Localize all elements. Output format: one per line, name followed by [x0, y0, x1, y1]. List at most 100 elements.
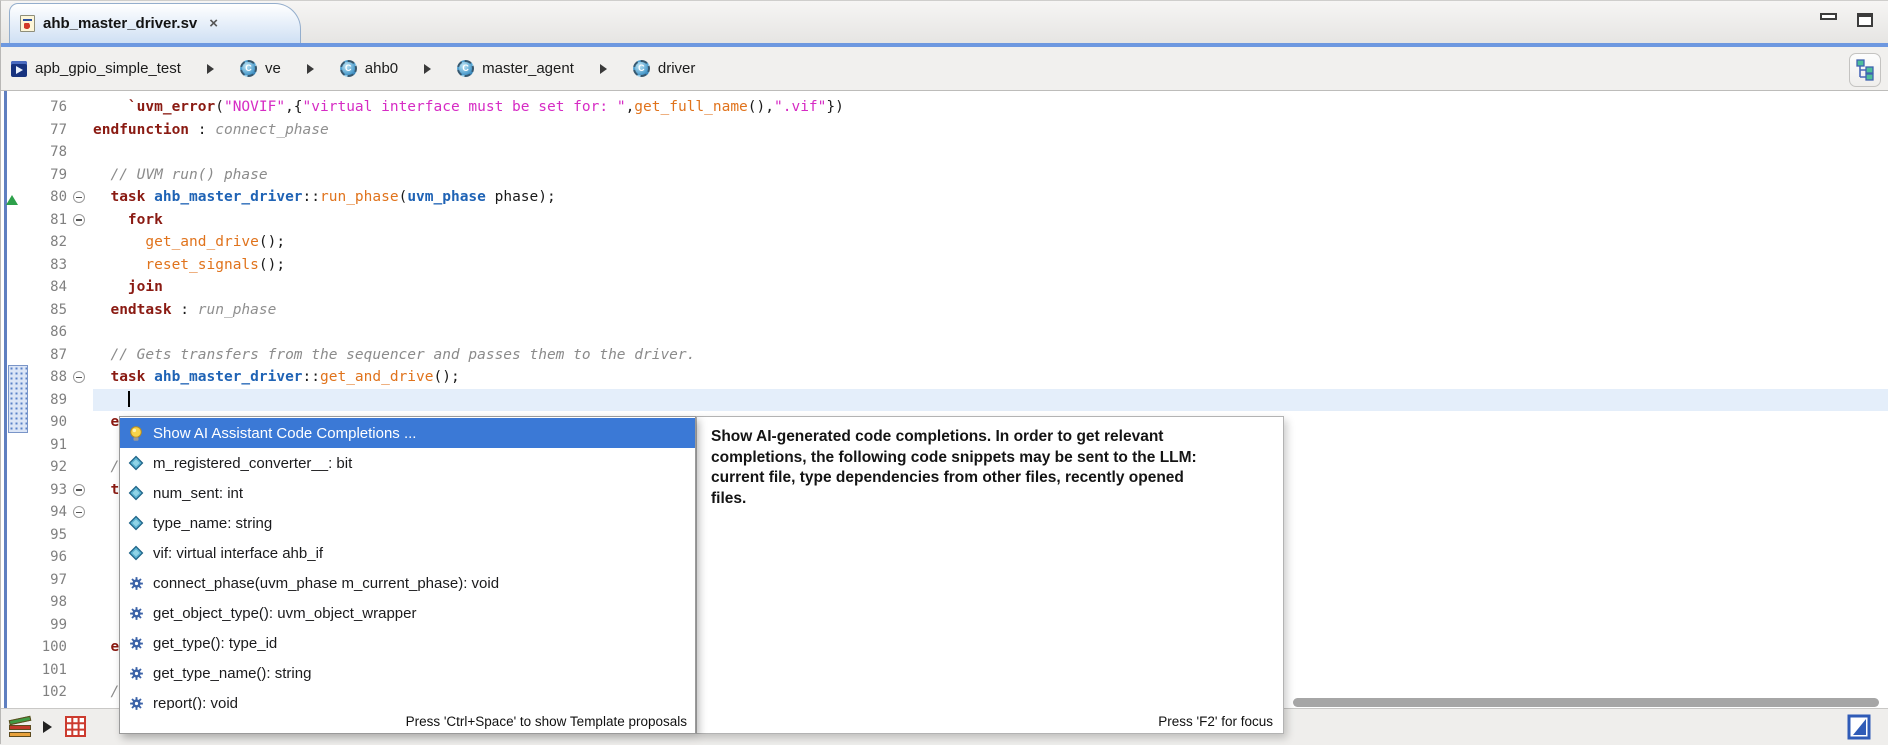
- code-segment: fork: [127, 211, 163, 228]
- code-line[interactable]: 76 `uvm_error("NOVIF",{"virtual interfac…: [1, 96, 1888, 119]
- full-compile-status-icon[interactable]: [1847, 714, 1871, 745]
- code-text[interactable]: endtask : run_phase: [93, 299, 1888, 322]
- close-tab-icon[interactable]: ×: [209, 15, 218, 32]
- minimize-icon[interactable]: [1820, 13, 1837, 20]
- code-text[interactable]: [93, 141, 1888, 164]
- code-text[interactable]: fork: [93, 209, 1888, 232]
- annotation-cell: [1, 659, 33, 682]
- horizontal-scrollbar[interactable]: [1293, 698, 1879, 707]
- compile-order-icon[interactable]: [8, 715, 33, 739]
- breadcrumb-item-ve[interactable]: C ve: [239, 60, 281, 77]
- tab-ahb-master-driver[interactable]: ahb_master_driver.sv ×: [9, 3, 301, 43]
- code-line[interactable]: 83 reset_signals();: [1, 254, 1888, 277]
- code-text[interactable]: endfunction : connect_phase: [93, 119, 1888, 142]
- code-text[interactable]: `uvm_error("NOVIF",{"virtual interface m…: [93, 96, 1888, 119]
- completion-item-label: get_type(): type_id: [153, 634, 278, 652]
- code-text[interactable]: [93, 321, 1888, 344]
- completion-item[interactable]: type_name: string: [120, 508, 695, 538]
- code-segment: }): [826, 99, 844, 115]
- completion-item[interactable]: get_type(): type_id: [120, 628, 695, 658]
- breadcrumb-item-ahb0[interactable]: C ahb0: [339, 60, 398, 77]
- collapse-icon[interactable]: [73, 483, 85, 496]
- annotation-cell: [1, 119, 33, 142]
- completion-item[interactable]: get_object_type(): uvm_object_wrapper: [120, 598, 695, 628]
- line-number: 98: [50, 594, 67, 610]
- fold-column: [67, 366, 93, 389]
- annotation-cell: [1, 96, 33, 119]
- code-line[interactable]: 86: [1, 321, 1888, 344]
- breadcrumb-item-apb-gpio-simple-test[interactable]: apb_gpio_simple_test: [11, 60, 181, 77]
- code-text[interactable]: join: [93, 276, 1888, 299]
- line-number: 101: [41, 661, 67, 678]
- code-text[interactable]: [93, 388, 1888, 411]
- code-line[interactable]: 79 // UVM run() phase: [1, 164, 1888, 187]
- code-line[interactable]: 88 task ahb_master_driver::get_and_drive…: [1, 366, 1888, 389]
- completion-item[interactable]: m_registered_converter__: bit: [120, 448, 695, 478]
- code-segment: join: [127, 279, 163, 295]
- class-icon: C: [632, 60, 650, 77]
- chevron-right-icon: [206, 63, 214, 74]
- grid-icon[interactable]: [65, 716, 86, 742]
- code-segment: // UVM run() phase: [110, 166, 268, 183]
- code-line[interactable]: 84 join: [1, 276, 1888, 299]
- collapse-icon[interactable]: [73, 371, 85, 383]
- code-segment: ,: [625, 99, 635, 115]
- completion-item[interactable]: get_type_name(): string: [120, 658, 695, 688]
- collapse-icon[interactable]: [73, 213, 85, 226]
- code-line[interactable]: 82 get_and_drive();: [1, 231, 1888, 254]
- collapse-icon[interactable]: [73, 506, 85, 518]
- toggle-hierarchy-button[interactable]: [1849, 53, 1881, 87]
- code-line[interactable]: 81 fork: [1, 209, 1888, 232]
- annotation-cell: [1, 411, 33, 434]
- code-segment: run_phase: [320, 189, 399, 205]
- code-segment: "NOVIF": [223, 99, 286, 115]
- code-segment: run_phase: [197, 301, 277, 318]
- code-line[interactable]: 78: [1, 141, 1888, 164]
- code-text[interactable]: task ahb_master_driver::run_phase(uvm_ph…: [93, 186, 1888, 209]
- code-segment: ();: [258, 256, 286, 273]
- code-line[interactable]: 89: [1, 388, 1888, 411]
- fold-column: [67, 501, 93, 524]
- method-icon: [127, 606, 145, 621]
- code-text[interactable]: get_and_drive();: [93, 231, 1888, 254]
- code-line[interactable]: 80 task ahb_master_driver::run_phase(uvm…: [1, 186, 1888, 209]
- annotation-cell: [1, 164, 33, 187]
- expand-arrow-icon[interactable]: [43, 721, 52, 733]
- code-line[interactable]: 85 endtask : run_phase: [1, 299, 1888, 322]
- maximize-icon[interactable]: [1857, 13, 1873, 27]
- code-segment: ();: [433, 369, 460, 385]
- completion-item[interactable]: Show AI Assistant Code Completions ...: [120, 418, 695, 448]
- completion-item[interactable]: num_sent: int: [120, 478, 695, 508]
- completion-item-label: type_name: string: [153, 514, 273, 532]
- collapse-icon[interactable]: [73, 191, 85, 203]
- code-text[interactable]: reset_signals();: [93, 254, 1888, 277]
- tab-bar: ahb_master_driver.sv ×: [1, 1, 1888, 43]
- code-text[interactable]: // UVM run() phase: [93, 164, 1888, 187]
- code-segment: // Gets transfers from the sequencer and…: [110, 346, 696, 363]
- code-segment: phase);: [485, 189, 556, 205]
- code-line[interactable]: 87 // Gets transfers from the sequencer …: [1, 344, 1888, 367]
- code-segment: get_and_drive: [145, 234, 259, 250]
- line-number: 78: [50, 144, 67, 160]
- annotation-cell: [1, 636, 33, 659]
- completion-item[interactable]: connect_phase(uvm_phase m_current_phase)…: [120, 568, 695, 598]
- line-number: 86: [50, 324, 67, 340]
- code-segment: ();: [258, 234, 286, 250]
- fold-column: [67, 141, 93, 164]
- code-line[interactable]: 77 endfunction : connect_phase: [1, 119, 1888, 142]
- fold-column: [67, 591, 93, 614]
- code-text[interactable]: task ahb_master_driver::get_and_drive();: [93, 366, 1888, 389]
- line-number: 81: [50, 211, 67, 228]
- line-number: 96: [50, 549, 67, 565]
- breadcrumb-item-driver[interactable]: C driver: [632, 60, 695, 77]
- fold-column: [67, 524, 93, 547]
- annotation-cell: [1, 546, 33, 569]
- hierarchy-icon: [1856, 59, 1874, 81]
- completion-item[interactable]: vif: virtual interface ahb_if: [120, 538, 695, 568]
- code-text[interactable]: // Gets transfers from the sequencer and…: [93, 344, 1888, 367]
- breadcrumb-item-master-agent[interactable]: C master_agent: [457, 60, 574, 77]
- code-segment: :: [171, 301, 198, 318]
